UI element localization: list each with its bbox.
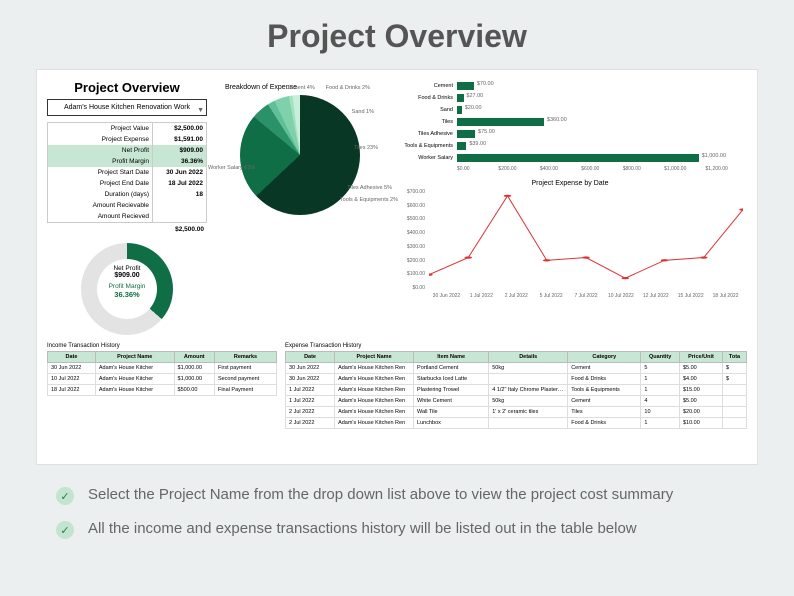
note-item: ✓ All the income and expense transaction… xyxy=(56,519,738,539)
check-icon: ✓ xyxy=(56,487,74,505)
notes-area: ✓ Select the Project Name from the drop … xyxy=(56,485,738,540)
expense-table: Expense Transaction History DateProject … xyxy=(285,343,747,429)
overview-title: Project Overview xyxy=(47,80,207,95)
income-table: Income Transaction History DateProject N… xyxy=(47,343,277,429)
profit-donut: Net Profit $909.00 Profit Margin 36.36% xyxy=(81,243,173,335)
page-title: Project Overview xyxy=(0,0,794,69)
facts-table: Project Value$2,500.00Project Expense$1,… xyxy=(47,122,207,223)
pie-chart-area: Breakdown of Expense Worker Salary 63% T… xyxy=(215,80,385,335)
dropdown-value: Adam's House Kitchen Renovation Work xyxy=(64,104,190,111)
project-dropdown[interactable]: Adam's House Kitchen Renovation Work ▼ xyxy=(47,99,207,116)
line-chart-area: Project Expense by Date $700.00$600.00$5… xyxy=(393,180,747,299)
check-icon: ✓ xyxy=(56,521,74,539)
amount-received: $2,500.00 xyxy=(47,223,207,235)
chevron-down-icon: ▼ xyxy=(197,107,204,114)
note-item: ✓ Select the Project Name from the drop … xyxy=(56,485,738,505)
bar-chart-area: Cement$70.00Food & Drinks$27.00Sand$20.0… xyxy=(393,80,747,335)
spreadsheet-preview: Project Overview Adam's House Kitchen Re… xyxy=(36,69,758,465)
